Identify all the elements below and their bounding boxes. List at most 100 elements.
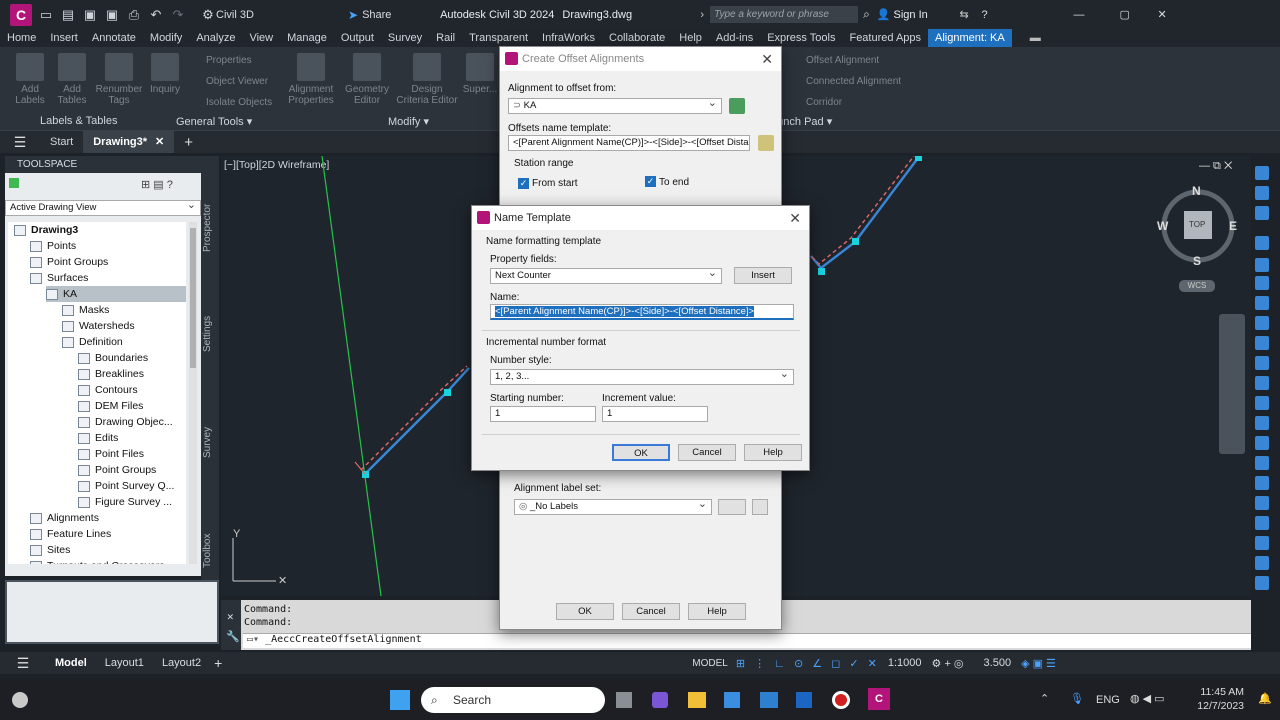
right-tool-icon[interactable] — [1255, 496, 1269, 510]
tray-chevron-icon[interactable]: ⌃ — [1040, 692, 1049, 705]
search-icon[interactable]: ⌕ — [863, 7, 870, 22]
file-explorer-icon[interactable] — [688, 692, 706, 708]
tree-item[interactable]: Turnouts and Crossovers — [30, 558, 186, 564]
tree-item[interactable]: KA — [46, 286, 186, 302]
tab-add-ins[interactable]: Add-ins — [709, 29, 760, 47]
grip-node[interactable] — [818, 268, 825, 275]
tree-item[interactable]: Drawing Objec... — [78, 414, 186, 430]
tab-home[interactable]: Home — [0, 29, 43, 47]
viewcube-top-label[interactable]: TOP — [1189, 220, 1205, 229]
tab-transparent[interactable]: Transparent — [462, 29, 535, 47]
tab-view[interactable]: View — [242, 29, 280, 47]
user-icon[interactable]: 👤 — [877, 8, 891, 21]
civil3d-logo[interactable]: C — [10, 3, 32, 26]
from-start-checkbox[interactable]: ✓ — [518, 178, 529, 189]
to-end-checkbox[interactable]: ✓ — [645, 176, 656, 187]
properties-button[interactable]: Properties — [188, 55, 278, 66]
right-tool-icon[interactable] — [1255, 336, 1269, 350]
tab-layout1[interactable]: Layout1 — [96, 657, 153, 669]
tab-settings[interactable]: Settings — [202, 316, 213, 352]
minimize-button[interactable]: — — [1074, 9, 1120, 21]
renumber-tags-button[interactable]: Renumber Tags — [94, 53, 144, 106]
microphone-icon[interactable]: 🎙 — [1070, 692, 1084, 705]
object-viewer-button[interactable]: Object Viewer — [188, 76, 278, 87]
grip-node[interactable] — [444, 389, 451, 396]
right-tool-icon[interactable] — [1255, 516, 1269, 530]
close-command-icon[interactable]: ✕ — [227, 610, 234, 623]
help-icon[interactable]: ? — [982, 9, 1016, 21]
tree-item[interactable]: Definition — [62, 334, 186, 350]
close-tab-icon[interactable]: ✕ — [155, 136, 164, 148]
clock-date[interactable]: 12/7/2023 — [1196, 700, 1244, 712]
tab-insert[interactable]: Insert — [43, 29, 85, 47]
taskbar-search[interactable]: ⌕ Search — [421, 687, 605, 713]
record-icon[interactable] — [832, 691, 850, 709]
template-field[interactable]: <[Parent Alignment Name(CP)]>-<[Side]>-<… — [508, 135, 750, 151]
right-tool-icon[interactable] — [1255, 258, 1269, 272]
increment-value-input[interactable]: 1 — [602, 406, 708, 422]
tab-analyze[interactable]: Analyze — [189, 29, 242, 47]
right-tool-icon[interactable] — [1255, 276, 1269, 290]
viewport-window-controls[interactable]: — ⧉ ✕ — [1199, 160, 1232, 173]
group-modify[interactable]: Modify ▾ — [388, 115, 429, 128]
group-labels-tables[interactable]: Labels & Tables — [40, 115, 117, 127]
right-tool-icon[interactable] — [1255, 376, 1269, 390]
toolspace-toolbar-icons[interactable]: ⊞ ▤ ? — [141, 178, 173, 191]
right-tool-icon[interactable] — [1255, 356, 1269, 370]
civil3d-taskbar-icon[interactable]: C — [868, 688, 890, 710]
tree-item[interactable]: Edits — [78, 430, 186, 446]
wcs-menu[interactable]: WCS — [1179, 280, 1215, 292]
lineweight-value[interactable]: 3.500 — [984, 657, 1012, 669]
tab-model[interactable]: Model — [46, 657, 96, 669]
right-tool-icon[interactable] — [1255, 536, 1269, 550]
insert-button[interactable]: Insert — [734, 267, 792, 284]
active-drawing-view-select[interactable]: Active Drawing View — [5, 200, 201, 216]
compass-south[interactable]: S — [1193, 254, 1201, 268]
layout-menu-icon[interactable]: ☰ — [0, 655, 46, 672]
add-labels-button[interactable]: Add Labels — [12, 53, 48, 106]
grip-node[interactable] — [915, 156, 922, 161]
tree-item[interactable]: Alignments — [30, 510, 186, 526]
tree-item[interactable]: Point Groups — [78, 462, 186, 478]
tab-help[interactable]: Help — [672, 29, 709, 47]
tab-layout2[interactable]: Layout2 — [153, 657, 210, 669]
cart-icon[interactable]: ⇆ — [960, 8, 982, 21]
tab-modify[interactable]: Modify — [143, 29, 189, 47]
right-tool-icon[interactable] — [1255, 296, 1269, 310]
wrench-icon[interactable]: 🔧 — [226, 630, 240, 643]
tree-scrollbar[interactable] — [189, 222, 197, 564]
mail-icon[interactable] — [760, 692, 778, 708]
close-icon[interactable]: ✕ — [789, 206, 801, 230]
workspace-gear-icon[interactable]: ⚙ — [200, 7, 216, 23]
windows-start-icon[interactable] — [390, 690, 410, 710]
right-tool-icon[interactable] — [1255, 316, 1269, 330]
tree-item[interactable]: Contours — [78, 382, 186, 398]
tree-item[interactable]: Surfaces — [30, 270, 186, 286]
tree-item[interactable]: DEM Files — [78, 398, 186, 414]
ribbon-toggle-icon[interactable]: ▬ — [1030, 32, 1041, 44]
number-style-select[interactable]: 1, 2, 3... — [490, 369, 794, 385]
tree-item[interactable]: Point Groups — [30, 254, 186, 270]
network-icon[interactable]: ◍ ◀ ▭ — [1130, 692, 1165, 705]
right-tool-icon[interactable] — [1255, 416, 1269, 430]
name-ok-button[interactable]: OK — [612, 444, 670, 461]
tab-infraworks[interactable]: InfraWorks — [535, 29, 602, 47]
language-indicator[interactable]: ENG — [1096, 694, 1120, 706]
name-help-button[interactable]: Help — [744, 444, 802, 461]
task-view-icon[interactable] — [616, 692, 632, 708]
outlook-icon[interactable] — [796, 692, 812, 708]
tab-survey-side[interactable]: Survey — [202, 427, 213, 458]
tab-rail[interactable]: Rail — [429, 29, 462, 47]
inquiry-button[interactable]: Inquiry — [148, 53, 182, 95]
tab-start[interactable]: Start — [40, 131, 83, 153]
offset-ok-button[interactable]: OK — [556, 603, 614, 620]
undo-icon[interactable]: ↶ — [148, 7, 164, 23]
tree-item[interactable]: Sites — [30, 542, 186, 558]
right-tool-icon[interactable] — [1255, 456, 1269, 470]
tab-collaborate[interactable]: Collaborate — [602, 29, 672, 47]
command-input[interactable]: ▭▾ _AeccCreateOffsetAlignment — [243, 633, 1251, 648]
alignment-select[interactable]: ⊃ KA — [508, 98, 722, 114]
right-tool-icon[interactable] — [1255, 396, 1269, 410]
compass-east[interactable]: E — [1229, 219, 1237, 233]
sign-in-button[interactable]: Sign In — [894, 9, 960, 21]
